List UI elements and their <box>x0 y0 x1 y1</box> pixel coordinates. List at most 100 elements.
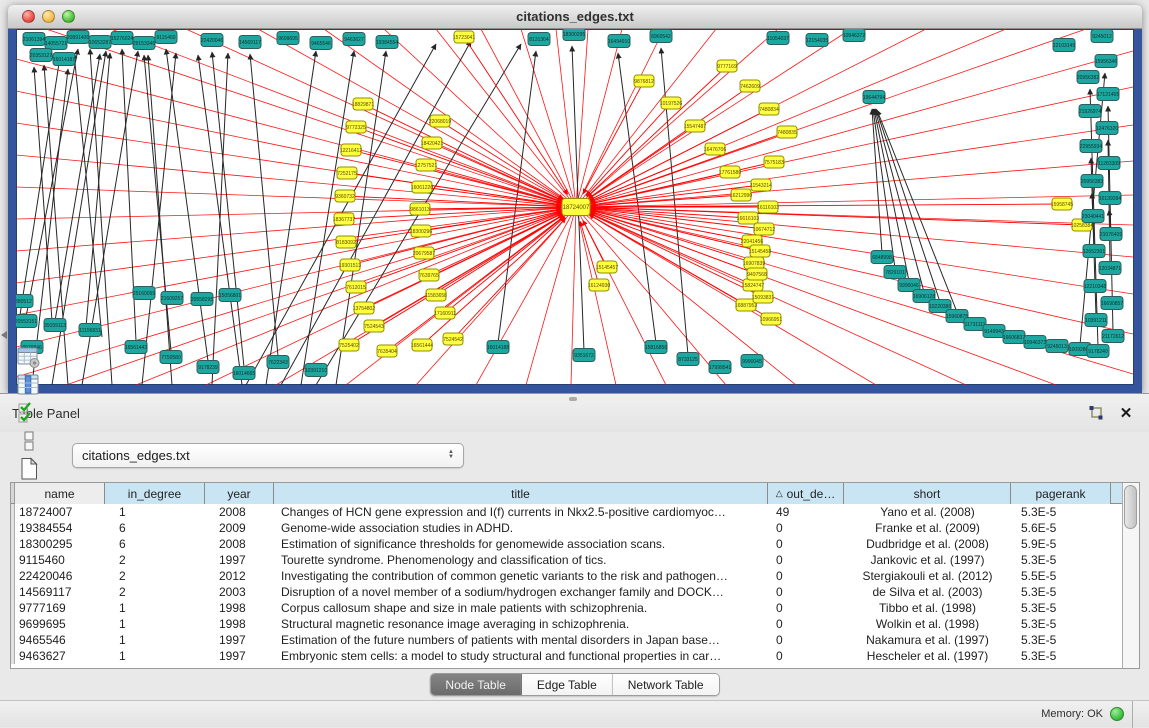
cell-year[interactable]: 2003 <box>205 584 274 600</box>
cell-out_degree[interactable]: 0 <box>768 520 844 536</box>
graph-node[interactable]: 16116103 <box>757 201 779 213</box>
graph-node[interactable]: 12154035 <box>806 34 828 47</box>
graph-node[interactable]: 10966951 <box>760 313 782 325</box>
cell-out_degree[interactable]: 0 <box>768 584 844 600</box>
graph-node[interactable]: 11054037 <box>767 32 789 45</box>
cell-in_degree[interactable]: 2 <box>105 552 205 568</box>
cell-out_degree[interactable]: 0 <box>768 536 844 552</box>
graph-node[interactable]: 16476706 <box>704 143 726 155</box>
graph-node[interactable]: 21926974 <box>1079 105 1101 118</box>
graph-node[interactable]: 16014187 <box>53 53 75 66</box>
float-window-icon[interactable] <box>1085 403 1107 423</box>
graph-node[interactable]: 19384554 <box>376 36 398 49</box>
graph-node[interactable]: 16014665 <box>233 367 255 380</box>
cell-short[interactable]: Yano et al. (2008) <box>844 504 1011 520</box>
cell-in_degree[interactable]: 6 <box>105 536 205 552</box>
graph-node[interactable]: 9360732 <box>335 190 355 202</box>
graph-node[interactable]: 20956383 <box>1081 175 1103 188</box>
graph-node[interactable]: 7639765 <box>419 269 439 281</box>
graph-node[interactable]: 16690857 <box>1101 297 1123 310</box>
graph-node[interactable]: 20553151 <box>16 315 37 328</box>
graph-node[interactable]: 17160911 <box>434 307 456 319</box>
cell-in_degree[interactable]: 1 <box>105 600 205 616</box>
column-header-name[interactable]: name <box>15 483 105 504</box>
graph-node[interactable]: 12476320 <box>1096 122 1118 135</box>
close-traffic-light-icon[interactable] <box>22 10 35 23</box>
cell-short[interactable]: de Silva et al. (2003) <box>844 584 1011 600</box>
cell-title[interactable]: Genome-wide association studies in ADHD. <box>274 520 768 536</box>
cell-name[interactable]: 9463627 <box>15 648 105 664</box>
cell-title[interactable]: Changes of HCN gene expression and I(f) … <box>274 504 768 520</box>
graph-node[interactable]: 12210348 <box>1084 280 1106 293</box>
cell-out_degree[interactable]: 0 <box>768 648 844 664</box>
cell-year[interactable]: 2009 <box>205 520 274 536</box>
scrollbar-thumb[interactable] <box>1124 485 1137 529</box>
graph-node[interactable]: 16561444 <box>411 339 433 351</box>
graph-node[interactable]: 11283309 <box>1098 157 1120 170</box>
graph-node[interactable]: 21172612 <box>1102 330 1124 343</box>
table-row[interactable]: 1456911722003Disruption of a novel membe… <box>11 584 1122 600</box>
tab-node-table[interactable]: Node Table <box>430 674 522 695</box>
create-column-icon[interactable] <box>14 455 44 483</box>
graph-node[interactable]: 9876812 <box>634 75 654 87</box>
graph-node[interactable]: 18829871 <box>352 98 374 110</box>
graph-node[interactable]: 9699695 <box>277 32 299 45</box>
graph-node[interactable]: 11543214 <box>750 179 772 191</box>
clear-selection-icon[interactable] <box>14 427 44 455</box>
cell-name[interactable]: 9777169 <box>15 600 105 616</box>
graph-node[interactable]: 12034871 <box>1099 262 1121 275</box>
graph-node[interactable]: 8733125 <box>677 353 699 366</box>
graph-node[interactable]: 7524543 <box>364 320 384 332</box>
cell-out_degree[interactable]: 0 <box>768 552 844 568</box>
graph-node[interactable]: 19644794 <box>863 91 885 104</box>
cell-pagerank[interactable]: 5.5E-5 <box>1011 568 1111 584</box>
network-view-canvas[interactable]: 2106139414055721208914061065328715276024… <box>16 29 1134 385</box>
cell-pagerank[interactable]: 5.6E-5 <box>1011 520 1111 536</box>
table-row[interactable]: 911546021997Tourette syndrome. Phenomeno… <box>11 552 1122 568</box>
cell-name[interactable]: 9465546 <box>15 632 105 648</box>
graph-node[interactable]: 9861013 <box>410 203 430 215</box>
cell-title[interactable]: Investigating the contribution of common… <box>274 568 768 584</box>
graph-node[interactable]: 9497568 <box>747 268 767 280</box>
graph-node[interactable]: 7612015 <box>346 281 366 293</box>
table-selector-dropdown[interactable]: citations_edges.txt ▲ ▼ <box>72 443 464 468</box>
graph-node[interactable]: 13754802 <box>353 302 375 314</box>
column-header-in_degree[interactable]: in_degree <box>105 483 205 504</box>
cell-short[interactable]: Jankovic et al. (1997) <box>844 552 1011 568</box>
graph-node[interactable]: 19301513 <box>339 259 361 271</box>
graph-node[interactable]: 10946373 <box>1024 336 1046 349</box>
graph-node[interactable]: 20558295 <box>191 293 213 306</box>
graph-node[interactable]: 16561443 <box>125 341 147 354</box>
graph-node[interactable]: 9178240 <box>1087 345 1109 358</box>
graph-node[interactable]: 9463627 <box>343 33 365 46</box>
graph-node[interactable]: 16606837 <box>1003 331 1025 344</box>
graph-node[interactable]: 16494910 <box>608 35 630 48</box>
cell-short[interactable]: Tibbo et al. (1998) <box>844 600 1011 616</box>
graph-node[interactable]: 10653287 <box>89 36 111 49</box>
graph-node[interactable]: 7462609 <box>740 80 760 92</box>
graph-node[interactable]: 9772325 <box>346 121 366 133</box>
graph-node[interactable]: 20679587 <box>413 247 435 259</box>
graph-node[interactable]: 15145458 <box>749 245 771 257</box>
graph-node[interactable]: 9178239 <box>197 361 219 374</box>
tab-network-table[interactable]: Network Table <box>613 674 719 695</box>
cell-pagerank[interactable]: 5.3E-5 <box>1011 632 1111 648</box>
graph-node[interactable]: 7480834 <box>759 103 779 115</box>
cell-year[interactable]: 1998 <box>205 616 274 632</box>
graph-node[interactable]: 10674712 <box>753 223 775 235</box>
graph-node[interactable]: 18300295 <box>563 29 585 41</box>
graph-node[interactable]: 16212990 <box>730 189 752 201</box>
cell-year[interactable]: 1997 <box>205 552 274 568</box>
minimize-traffic-light-icon[interactable] <box>42 10 55 23</box>
cell-name[interactable]: 9699695 <box>15 616 105 632</box>
graph-node[interactable]: 6960542 <box>650 30 672 43</box>
cell-name[interactable]: 19384554 <box>15 520 105 536</box>
cell-in_degree[interactable]: 6 <box>105 520 205 536</box>
graph-node[interactable]: 18300296 <box>410 225 432 237</box>
column-header-short[interactable]: short <box>844 483 1011 504</box>
column-header-year[interactable]: year <box>205 483 274 504</box>
graph-node[interactable]: 17761580 <box>719 166 741 178</box>
graph-node[interactable]: 7480835 <box>777 126 797 138</box>
cell-short[interactable]: Hescheler et al. (1997) <box>844 648 1011 664</box>
collapse-panel-arrow-icon[interactable] <box>1 331 7 339</box>
